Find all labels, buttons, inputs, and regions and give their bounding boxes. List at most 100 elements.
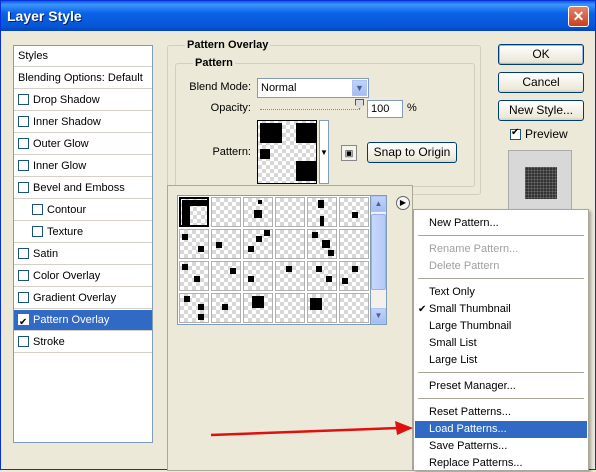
scroll-up-icon[interactable]: ▲ xyxy=(371,196,386,212)
stroke-checkbox[interactable] xyxy=(18,336,29,347)
style-item-texture[interactable]: Texture xyxy=(14,222,152,243)
menu-separator xyxy=(418,235,584,236)
menu-item-save-patterns[interactable]: Save Patterns... xyxy=(415,438,587,455)
pattern-cell[interactable] xyxy=(339,229,369,259)
pattern-block xyxy=(296,123,316,143)
pattern-cell[interactable] xyxy=(307,229,337,259)
texture-checkbox[interactable] xyxy=(32,226,43,237)
style-item-inner-glow[interactable]: Inner Glow xyxy=(14,156,152,177)
new-style-button[interactable]: New Style... xyxy=(498,100,584,121)
pattern-cell[interactable] xyxy=(339,197,369,227)
pattern-overlay-title: Pattern Overlay xyxy=(185,39,271,51)
pattern-cell[interactable] xyxy=(211,293,241,323)
pattern-cell[interactable] xyxy=(307,261,337,291)
drop-shadow-checkbox[interactable] xyxy=(18,94,29,105)
bevel-emboss-checkbox[interactable] xyxy=(18,182,29,193)
pattern-cell[interactable] xyxy=(211,229,241,259)
title-bar[interactable]: Layer Style ✕ xyxy=(1,1,595,31)
menu-item-text-only[interactable]: Text Only xyxy=(415,284,587,301)
menu-item-delete-pattern[interactable]: Delete Pattern xyxy=(415,258,587,275)
pattern-cell[interactable] xyxy=(243,261,273,291)
pattern-cell[interactable] xyxy=(243,293,273,323)
outer-glow-checkbox[interactable] xyxy=(18,138,29,149)
pattern-grid-scrollbar[interactable]: ▲ ▼ xyxy=(371,195,387,325)
style-item-bevel-emboss[interactable]: Bevel and Emboss xyxy=(14,178,152,199)
menu-item-reset-patterns[interactable]: Reset Patterns... xyxy=(415,404,587,421)
style-item-label: Inner Glow xyxy=(33,160,87,172)
style-item-pattern-overlay[interactable]: Pattern Overlay xyxy=(14,310,152,333)
scroll-down-icon[interactable]: ▼ xyxy=(371,308,386,324)
menu-item-rename-pattern[interactable]: Rename Pattern... xyxy=(415,241,587,258)
pattern-overlay-checkbox[interactable] xyxy=(18,312,29,333)
style-item-inner-shadow[interactable]: Inner Shadow xyxy=(14,112,152,133)
snap-to-origin-button[interactable]: Snap to Origin xyxy=(367,142,457,163)
style-item-label: Stroke xyxy=(33,336,65,348)
pattern-block xyxy=(260,149,270,159)
pattern-cell[interactable] xyxy=(275,261,305,291)
satin-checkbox[interactable] xyxy=(18,248,29,259)
close-button[interactable]: ✕ xyxy=(568,6,589,27)
pattern-cell[interactable] xyxy=(243,197,273,227)
preview-swatch xyxy=(525,167,557,199)
picker-menu-arrow-icon[interactable]: ▶ xyxy=(396,196,410,210)
window-title: Layer Style xyxy=(7,8,82,24)
opacity-slider[interactable] xyxy=(260,109,360,112)
pattern-cell[interactable] xyxy=(179,229,209,259)
style-item-label: Color Overlay xyxy=(33,270,101,282)
blend-mode-label: Blend Mode: xyxy=(189,81,251,93)
contour-checkbox[interactable] xyxy=(32,204,43,215)
styles-header[interactable]: Styles xyxy=(14,46,152,67)
pattern-swatch[interactable] xyxy=(257,120,317,184)
style-item-contour[interactable]: Contour xyxy=(14,200,152,221)
cancel-button[interactable]: Cancel xyxy=(498,72,584,93)
gradient-overlay-checkbox[interactable] xyxy=(18,292,29,303)
inner-glow-checkbox[interactable] xyxy=(18,160,29,171)
style-item-outer-glow[interactable]: Outer Glow xyxy=(14,134,152,155)
menu-item-small-thumbnail[interactable]: ✔ Small Thumbnail xyxy=(415,301,587,318)
pattern-cell[interactable] xyxy=(179,261,209,291)
color-overlay-checkbox[interactable] xyxy=(18,270,29,281)
pattern-cell[interactable] xyxy=(275,293,305,323)
menu-separator xyxy=(418,372,584,373)
style-item-label: Inner Shadow xyxy=(33,116,101,128)
menu-item-label: Small Thumbnail xyxy=(429,303,511,315)
pattern-cell[interactable] xyxy=(179,293,209,323)
menu-item-large-list[interactable]: Large List xyxy=(415,352,587,369)
pattern-cell[interactable] xyxy=(339,261,369,291)
menu-item-preset-manager[interactable]: Preset Manager... xyxy=(415,378,587,395)
chevron-down-icon: ▼ xyxy=(352,80,367,96)
create-preset-icon[interactable]: ▣ xyxy=(341,145,357,161)
ok-button[interactable]: OK xyxy=(498,44,584,65)
preview-checkbox[interactable] xyxy=(510,127,521,140)
pattern-cell[interactable] xyxy=(275,197,305,227)
menu-item-small-list[interactable]: Small List xyxy=(415,335,587,352)
style-item-drop-shadow[interactable]: Drop Shadow xyxy=(14,90,152,111)
blend-mode-select[interactable]: Normal ▼ xyxy=(257,78,369,98)
preview-toggle[interactable]: Preview xyxy=(510,127,568,141)
blending-options-item[interactable]: Blending Options: Default xyxy=(14,68,152,89)
style-item-label: Pattern Overlay xyxy=(33,314,110,326)
style-item-gradient-overlay[interactable]: Gradient Overlay xyxy=(14,288,152,309)
pattern-cell[interactable] xyxy=(339,293,369,323)
pattern-cell[interactable] xyxy=(211,197,241,227)
menu-item-replace-patterns[interactable]: Replace Patterns... xyxy=(415,455,587,472)
menu-item-large-thumbnail[interactable]: Large Thumbnail xyxy=(415,318,587,335)
menu-item-load-patterns[interactable]: Load Patterns... xyxy=(415,421,587,438)
pattern-cell[interactable] xyxy=(243,229,273,259)
style-item-stroke[interactable]: Stroke xyxy=(14,332,152,353)
scroll-thumb[interactable] xyxy=(371,214,386,290)
blend-mode-value: Normal xyxy=(261,82,297,94)
style-item-color-overlay[interactable]: Color Overlay xyxy=(14,266,152,287)
pattern-cell[interactable] xyxy=(211,261,241,291)
style-item-satin[interactable]: Satin xyxy=(14,244,152,265)
pattern-grid xyxy=(177,195,371,325)
pattern-block xyxy=(296,161,316,181)
pattern-cell[interactable] xyxy=(307,197,337,227)
pattern-picker-toggle[interactable]: ▼ xyxy=(319,120,329,184)
pattern-cell[interactable] xyxy=(307,293,337,323)
menu-item-new-pattern[interactable]: New Pattern... xyxy=(415,215,587,232)
inner-shadow-checkbox[interactable] xyxy=(18,116,29,127)
pattern-cell[interactable] xyxy=(179,197,209,227)
opacity-input[interactable]: 100 xyxy=(367,100,403,118)
pattern-cell[interactable] xyxy=(275,229,305,259)
